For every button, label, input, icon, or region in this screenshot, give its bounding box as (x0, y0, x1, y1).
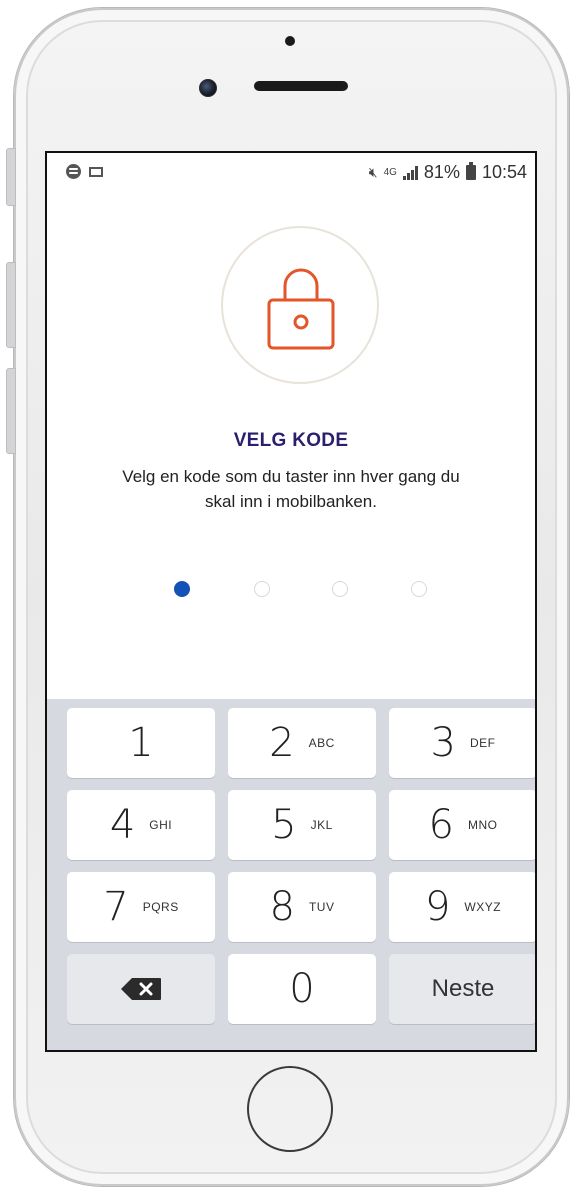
pin-dot-empty (411, 581, 427, 597)
spotify-icon (66, 164, 81, 179)
pin-dot-filled (174, 581, 190, 597)
key-7[interactable]: 7 PQRS (67, 872, 215, 942)
battery-icon (465, 162, 476, 180)
key-letters: WXYZ (464, 900, 502, 914)
key-letters: PQRS (142, 900, 179, 914)
key-letters: MNO (467, 818, 498, 832)
clock: 10:54 (481, 162, 527, 182)
key-digit: 4 (109, 802, 136, 848)
key-digit: 5 (271, 802, 297, 848)
pin-dot-empty (332, 581, 348, 597)
volume-up-button (6, 262, 16, 348)
page-title: VELG KODE (233, 430, 349, 451)
key-letters: JKL (310, 818, 333, 832)
key-9[interactable]: 9 WXYZ (389, 872, 535, 942)
key-letters: GHI (149, 818, 173, 832)
pin-dot-empty (254, 581, 270, 597)
key-8[interactable]: 8 TUV (228, 872, 376, 942)
key-2[interactable]: 2 ABC (228, 708, 376, 778)
lock-badge (221, 226, 379, 384)
signal-icon (402, 165, 418, 180)
backspace-button[interactable] (67, 954, 215, 1024)
earpiece-speaker (254, 81, 348, 91)
mute-icon: 🔇︎ (368, 164, 378, 180)
key-1[interactable]: 1 (67, 708, 215, 778)
volume-down-button (6, 368, 16, 454)
key-digit: 3 (430, 720, 456, 766)
key-5[interactable]: 5 JKL (228, 790, 376, 860)
key-digit: 7 (103, 884, 129, 930)
key-digit: 8 (269, 884, 295, 930)
key-letters: DEF (469, 736, 496, 750)
numeric-keypad: 1 2 ABC 3 DEF 4 GHI 5 JKL 6 MNO 7 PQRS 8 (47, 699, 535, 1050)
key-digit: 0 (289, 966, 315, 1012)
key-6[interactable]: 6 MNO (389, 790, 535, 860)
front-camera (199, 79, 217, 97)
key-letters: TUV (308, 900, 335, 914)
key-4[interactable]: 4 GHI (67, 790, 215, 860)
page-description: Velg en kode som du taster inn hver gang… (122, 467, 460, 511)
backspace-icon (121, 978, 161, 1000)
key-digit: 9 (424, 884, 451, 930)
network-type: 4G (383, 167, 397, 178)
mail-icon (89, 166, 103, 177)
status-bar: 🔇︎ 4G 81% 10:54 (47, 153, 535, 193)
key-digit: 2 (269, 720, 295, 766)
lock-icon (267, 268, 335, 350)
key-3[interactable]: 3 DEF (389, 708, 535, 778)
home-button[interactable] (247, 1066, 333, 1152)
key-0[interactable]: 0 (228, 954, 376, 1024)
pin-indicator (47, 581, 535, 601)
next-button-label: Neste (431, 975, 495, 1002)
next-button[interactable]: Neste (389, 954, 535, 1024)
key-digit: 6 (428, 802, 454, 848)
battery-percent: 81% (423, 162, 460, 182)
key-digit: 1 (128, 720, 154, 766)
mute-switch (6, 148, 16, 206)
proximity-sensor (285, 36, 295, 46)
key-letters: ABC (308, 736, 335, 750)
app-screen: 🔇︎ 4G 81% 10:54 VELG KODE Velg en kode s… (45, 151, 537, 1052)
